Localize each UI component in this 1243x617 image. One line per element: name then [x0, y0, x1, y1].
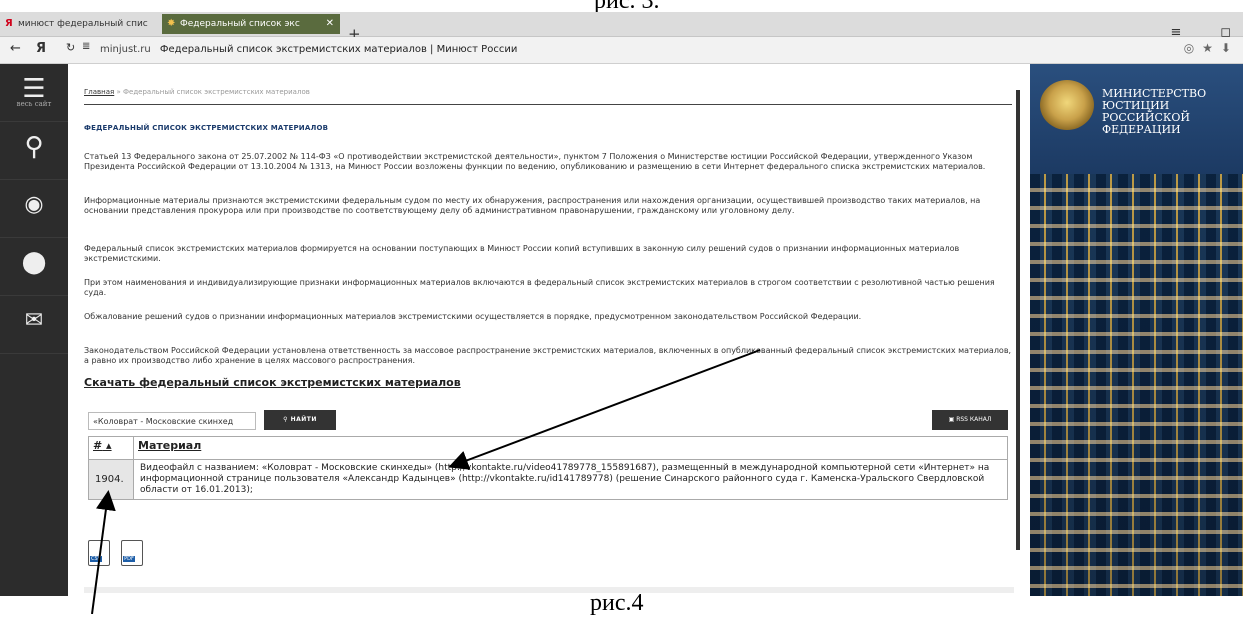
materials-table: # ▴ Материал 1904. Видеофайл с названием…	[88, 436, 1008, 500]
ministry-emblem-icon	[1040, 80, 1094, 130]
browser-tab-2[interactable]: ✸ Федеральный список экс ✕	[162, 14, 340, 34]
paragraph: Статьей 13 Федерального закона от 25.07.…	[84, 152, 986, 171]
yandex-icon[interactable]: Я	[36, 41, 46, 56]
map-pin-icon: ⬤	[21, 250, 47, 275]
export-icons: CSV PDF	[88, 540, 149, 570]
sidebar-item-map[interactable]: ⬤	[0, 238, 68, 296]
sidebar-item-mail[interactable]: ✉	[0, 296, 68, 354]
csv-file-icon[interactable]: CSV	[88, 540, 110, 566]
column-header-number[interactable]: # ▴	[88, 436, 134, 460]
footer-strip	[84, 587, 1014, 593]
breadcrumb-current: Федеральный список экстремистских матери…	[122, 88, 310, 96]
download-list-link[interactable]: Скачать федеральный список экстремистски…	[84, 376, 461, 389]
find-button[interactable]: ⚲ НАЙТИ	[264, 410, 336, 430]
ministry-banner-text: МИНИСТЕРСТВО ЮСТИЦИИ РОССИЙСКОЙ ФЕДЕРАЦИ…	[1102, 87, 1207, 136]
sidebar-item-label: весь сайт	[16, 100, 52, 108]
search-icon: ⚲	[24, 132, 44, 162]
tab-label: минюст федеральный спис	[18, 19, 148, 29]
mail-icon: ✉	[24, 308, 44, 333]
table-header-row: # ▴ Материал	[88, 436, 1008, 460]
scrollbar[interactable]	[1016, 90, 1020, 550]
column-header-material[interactable]: Материал	[133, 436, 1008, 460]
main-content: Главная » Федеральный список экстремистс…	[68, 64, 1020, 596]
browser-tab-1[interactable]: Я минюст федеральный спис	[0, 14, 160, 34]
row-material-text: Видеофайл с названием: «Коловрат - Моско…	[133, 459, 1008, 500]
yandex-icon: Я	[5, 18, 13, 29]
url-host: minjust.ru	[100, 44, 151, 55]
rss-button[interactable]: ▣ RSS КАНАЛ	[932, 410, 1008, 430]
paragraph: Информационные материалы признаются экст…	[84, 196, 981, 215]
address-bar-actions[interactable]: ◎★⬇	[1184, 41, 1239, 55]
site-sidebar: ☰ весь сайт ⚲ ◉ ⬤ ✉	[0, 64, 68, 596]
building-lights	[1030, 174, 1243, 596]
row-number: 1904.	[88, 459, 134, 500]
back-arrow-icon[interactable]: ←	[10, 41, 21, 56]
paragraph: При этом наименования и индивидуализирую…	[84, 278, 995, 297]
sidebar-item-search[interactable]: ⚲	[0, 122, 68, 180]
breadcrumb-home-link[interactable]: Главная	[84, 88, 114, 96]
divider	[84, 104, 1012, 105]
paragraph: Законодательством Российской Федерации у…	[84, 346, 1012, 365]
close-icon[interactable]: ✕	[326, 14, 334, 34]
sidebar-item-accessibility[interactable]: ◉	[0, 180, 68, 238]
pdf-file-icon[interactable]: PDF	[121, 540, 144, 566]
url-title: Федеральный список экстремистских матери…	[159, 44, 518, 55]
search-icon: ⚲	[283, 416, 291, 423]
address-bar: ← Я ↻ ≣ minjust.ru Федеральный список эк…	[0, 37, 1243, 64]
figure-caption-bottom: рис.4	[590, 590, 644, 616]
table-row: 1904. Видеофайл с названием: «Коловрат -…	[88, 459, 1008, 500]
paragraph: Обжалование решений судов о признании ин…	[84, 312, 862, 321]
browser-tab-bar: Я минюст федеральный спис ✸ Федеральный …	[0, 12, 1243, 43]
tab-label: Федеральный список экс	[180, 19, 300, 29]
paragraph: Федеральный список экстремистских матери…	[84, 244, 960, 263]
breadcrumb: Главная » Федеральный список экстремистс…	[84, 88, 310, 96]
reload-icon[interactable]: ↻	[66, 41, 75, 54]
search-input[interactable]: «Коловрат - Московские скинхед	[88, 412, 256, 430]
ministry-banner[interactable]: МИНИСТЕРСТВО ЮСТИЦИИ РОССИЙСКОЙ ФЕДЕРАЦИ…	[1030, 64, 1243, 596]
eye-icon: ◉	[24, 192, 44, 217]
url-field[interactable]: minjust.ru Федеральный список экстремист…	[100, 41, 517, 59]
sidebar-item-whole-site[interactable]: ☰ весь сайт	[0, 64, 68, 122]
page-title: ФЕДЕРАЛЬНЫЙ СПИСОК ЭКСТРЕМИСТСКИХ МАТЕРИ…	[84, 124, 329, 132]
page-icon: ≣	[82, 41, 91, 52]
emblem-icon: ✸	[167, 18, 176, 29]
